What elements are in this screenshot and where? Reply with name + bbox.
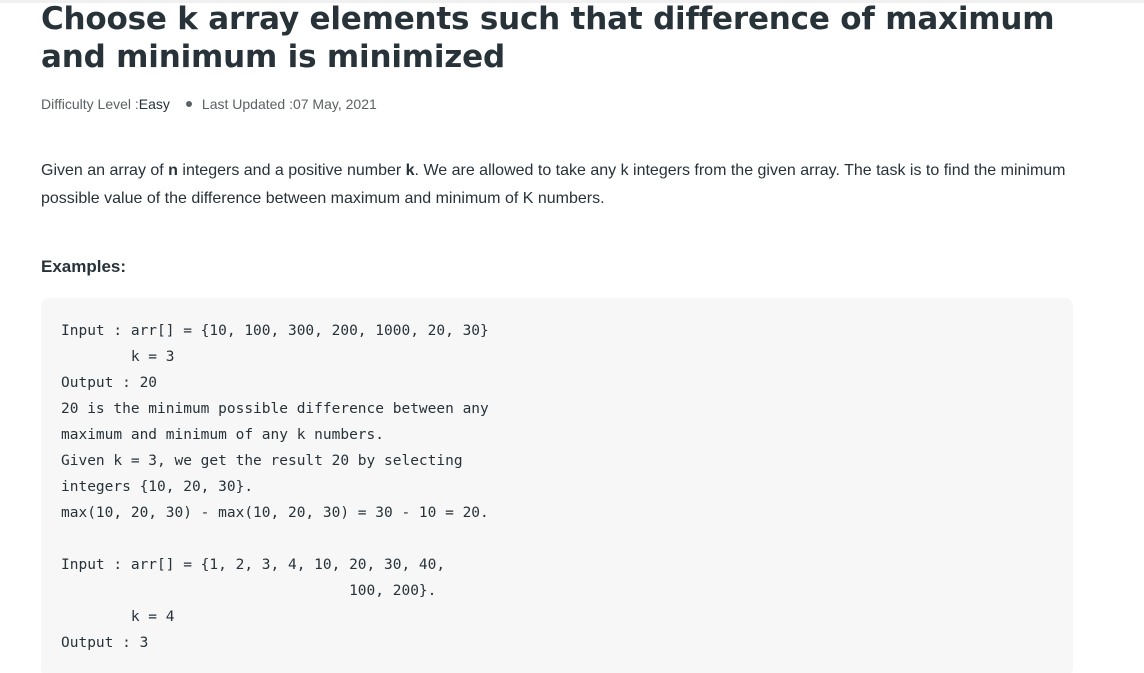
code-line: Output : 3 — [61, 635, 149, 651]
article-title: Choose k array elements such that differ… — [41, 1, 1055, 75]
code-line: Given k = 3, we get the result 20 by sel… — [61, 453, 463, 469]
code-line: integers {10, 20, 30}. — [61, 479, 254, 495]
examples-heading: Examples: — [41, 257, 127, 276]
code-line: k = 3 — [61, 349, 175, 365]
code-line: k = 4 — [61, 609, 175, 625]
code-line: max(10, 20, 30) - max(10, 20, 30) = 30 -… — [61, 505, 489, 521]
difficulty-label: Difficulty Level : — [41, 96, 139, 112]
code-line: Input : arr[] = {1, 2, 3, 4, 10, 20, 30,… — [61, 557, 446, 573]
article-meta: Difficulty Level : Easy Last Updated : 0… — [41, 94, 1073, 114]
code-line: 100, 200}. — [61, 583, 437, 599]
last-updated-value: 07 May, 2021 — [292, 96, 377, 112]
code-line: maximum and minimum of any k numbers. — [61, 427, 385, 443]
code-line: 20 is the minimum possible difference be… — [61, 401, 489, 417]
example-code-block: Input : arr[] = {10, 100, 300, 200, 1000… — [41, 298, 1073, 673]
separator-dot-icon — [185, 101, 192, 107]
description-text: integers and a positive number — [177, 162, 406, 179]
code-line: Output : 20 — [61, 375, 158, 391]
article: Choose k array elements such that differ… — [41, 0, 1073, 673]
code-line: Input : arr[] = {10, 100, 300, 200, 1000… — [61, 323, 489, 339]
description-n: n — [168, 162, 178, 179]
difficulty-value[interactable]: Easy — [139, 96, 170, 112]
last-updated-label: Last Updated : — [201, 96, 293, 112]
description-k: k — [405, 162, 415, 179]
description-text: Given an array of — [41, 162, 169, 179]
problem-description: Given an array of n integers and a posit… — [41, 157, 1071, 213]
